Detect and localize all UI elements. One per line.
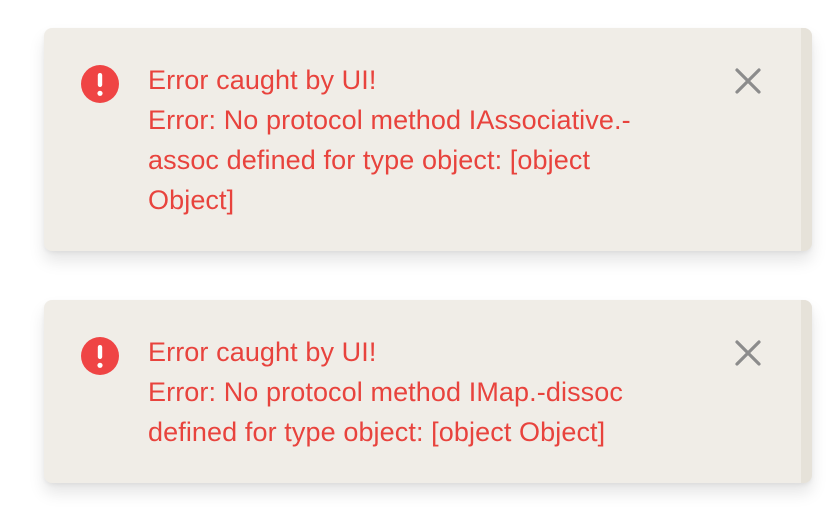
toast-error-line: Error: No protocol method IMap.-dissoc [148,377,623,407]
error-toast: Error caught by UI! Error: No protocol m… [44,28,812,251]
toast-message: Error caught by UI! Error: No protocol m… [148,60,708,220]
toast-title: Error caught by UI! [148,337,377,367]
error-toast: Error caught by UI! Error: No protocol m… [44,300,812,483]
alert-circle-icon [81,337,119,375]
toast-error-line: Error: No protocol method IAssociative.- [148,105,631,135]
close-icon[interactable] [733,66,763,96]
toast-error-line: assoc defined for type object: [object [148,145,591,175]
toast-error-line: defined for type object: [object Object] [148,417,606,447]
toast-message: Error caught by UI! Error: No protocol m… [148,332,708,452]
close-icon[interactable] [733,338,763,368]
toast-title: Error caught by UI! [148,65,377,95]
alert-circle-icon [81,65,119,103]
toast-error-line: Object] [148,185,235,215]
